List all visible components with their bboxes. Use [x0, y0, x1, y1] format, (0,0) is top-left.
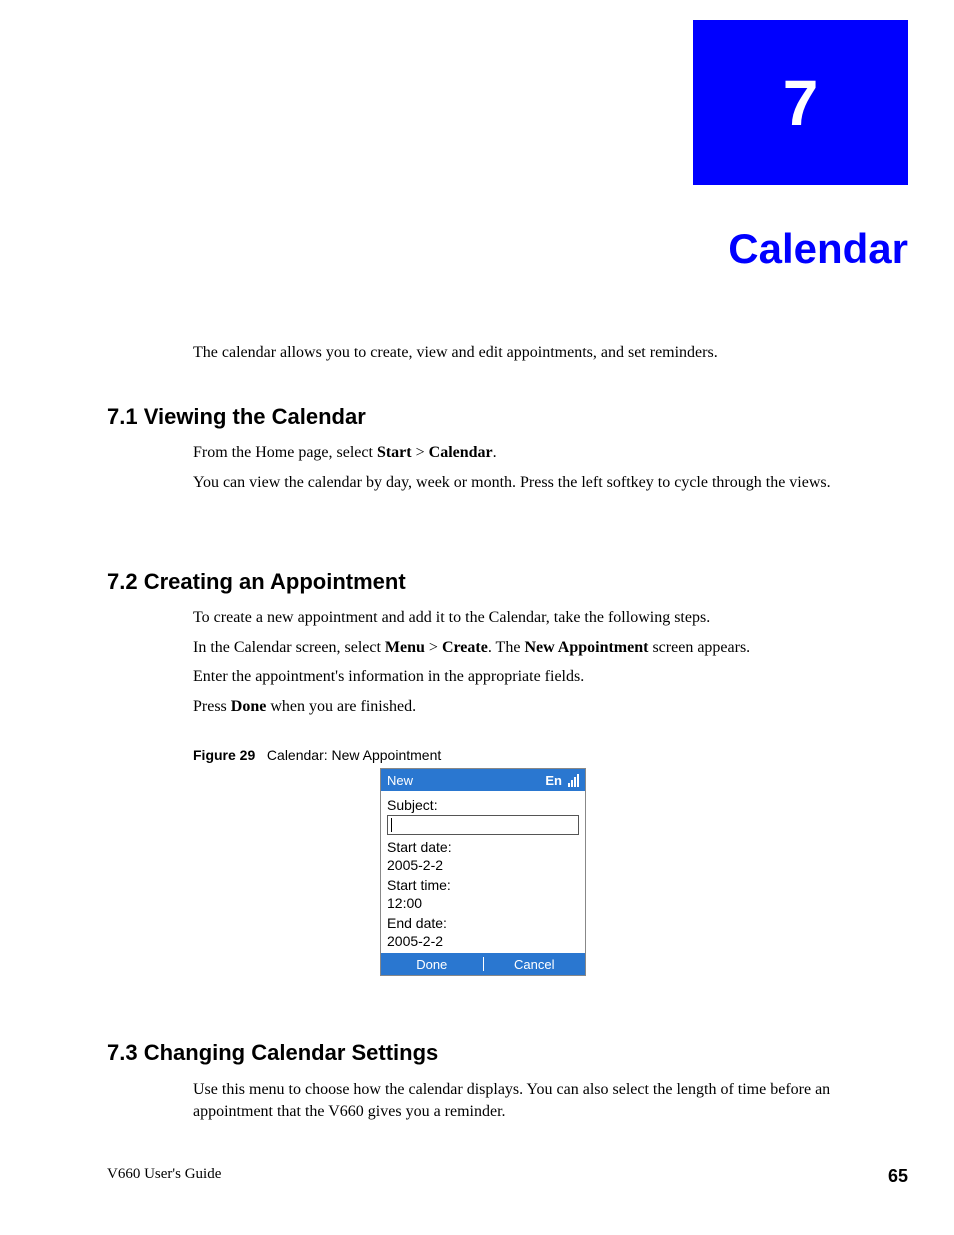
button-name-done: Done [231, 698, 267, 715]
section-body-7-2: To create a new appointment and add it t… [193, 607, 908, 725]
figure-label: Figure 29 [193, 747, 255, 763]
text: . The [488, 639, 525, 656]
text: > [412, 444, 429, 461]
section-heading-7-1: 7.1 Viewing the Calendar [107, 404, 366, 430]
paragraph: From the Home page, select Start > Calen… [193, 442, 908, 464]
chapter-intro: The calendar allows you to create, view … [193, 342, 908, 364]
paragraph: You can view the calendar by day, week o… [193, 472, 908, 494]
signal-icon [568, 774, 579, 787]
section-heading-7-2: 7.2 Creating an Appointment [107, 569, 406, 595]
paragraph: In the Calendar screen, select Menu > Cr… [193, 637, 908, 659]
text: > [425, 639, 442, 656]
section-body-7-3: Use this menu to choose how the calendar… [193, 1079, 908, 1130]
text: In the Calendar screen, select [193, 639, 385, 656]
figure-caption: Figure 29 Calendar: New Appointment [193, 747, 441, 763]
start-date-value[interactable]: 2005-2-2 [387, 857, 579, 873]
end-date-value[interactable]: 2005-2-2 [387, 933, 579, 949]
footer-page-number: 65 [888, 1166, 908, 1187]
phone-body: Subject: Start date: 2005-2-2 Start time… [381, 791, 585, 953]
input-language-indicator: En [545, 773, 562, 788]
menu-path-calendar: Calendar [429, 444, 493, 461]
paragraph: Press Done when you are finished. [193, 696, 908, 718]
softkey-cancel[interactable]: Cancel [484, 957, 586, 972]
paragraph: Enter the appointment's information in t… [193, 666, 908, 688]
menu-path-start: Start [377, 444, 412, 461]
text: screen appears. [648, 639, 750, 656]
softkey-done[interactable]: Done [381, 957, 483, 972]
paragraph: Use this menu to choose how the calendar… [193, 1079, 908, 1122]
page-footer: V660 User's Guide 65 [107, 1166, 908, 1187]
section-heading-7-3: 7.3 Changing Calendar Settings [107, 1040, 438, 1066]
text: Press [193, 698, 231, 715]
start-time-value[interactable]: 12:00 [387, 895, 579, 911]
chapter-number: 7 [783, 66, 819, 140]
start-date-label: Start date: [387, 839, 579, 855]
phone-softkey-bar: Done Cancel [381, 953, 585, 975]
menu-path-menu: Menu [385, 639, 425, 656]
text: From the Home page, select [193, 444, 377, 461]
subject-input[interactable] [387, 815, 579, 835]
subject-label: Subject: [387, 797, 579, 813]
text-cursor [391, 818, 392, 832]
phone-titlebar: New En [381, 769, 585, 791]
text: . [493, 444, 497, 461]
end-date-label: End date: [387, 915, 579, 931]
text: when you are finished. [266, 698, 416, 715]
phone-title: New [387, 773, 413, 788]
paragraph: To create a new appointment and add it t… [193, 607, 908, 629]
chapter-number-block: 7 [693, 20, 908, 185]
chapter-title: Calendar [728, 225, 908, 273]
phone-screenshot: New En Subject: Start date: 2005-2-2 Sta… [380, 768, 586, 976]
menu-path-create: Create [442, 639, 488, 656]
footer-guide-name: V660 User's Guide [107, 1166, 221, 1187]
figure-title: Calendar: New Appointment [267, 747, 441, 763]
start-time-label: Start time: [387, 877, 579, 893]
screen-name-new-appointment: New Appointment [524, 639, 648, 656]
section-body-7-1: From the Home page, select Start > Calen… [193, 442, 908, 501]
phone-status-area: En [545, 773, 579, 788]
